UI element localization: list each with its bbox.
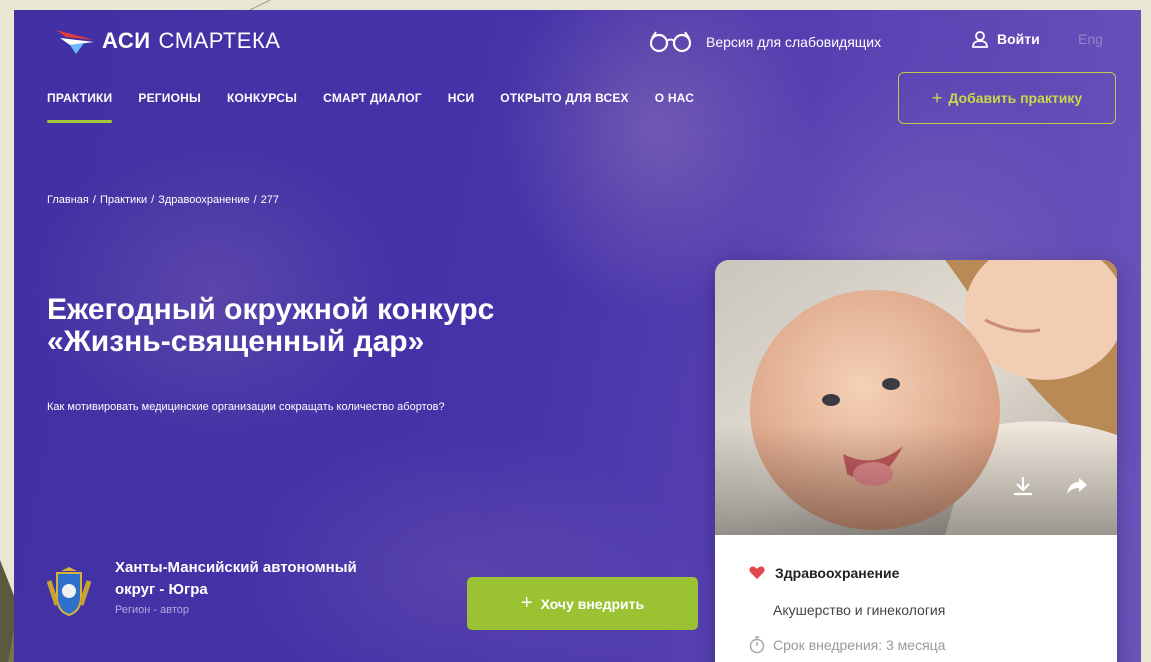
practice-card: Здравоохранение Акушерство и гинекология… bbox=[715, 260, 1117, 662]
download-icon[interactable] bbox=[1011, 474, 1035, 498]
nav-item-about[interactable]: О НАС bbox=[655, 91, 694, 105]
page-title-line1: Ежегодный окружной конкурс bbox=[47, 293, 495, 326]
nav-item-nsi[interactable]: НСИ bbox=[448, 91, 475, 105]
region-role: Регион - автор bbox=[115, 604, 189, 616]
region-name-line1: Ханты-Мансийский автономный bbox=[115, 559, 357, 576]
glasses-icon bbox=[649, 31, 692, 53]
language-switch[interactable]: Eng bbox=[1078, 31, 1103, 47]
heart-icon bbox=[749, 566, 765, 579]
share-icon[interactable] bbox=[1065, 474, 1089, 498]
header: АСИ СМАРТЕКА Версия для слабовидящих Вой… bbox=[14, 10, 1141, 150]
implement-label: Хочу внедрить bbox=[540, 595, 645, 612]
add-practice-label: Добавить практику bbox=[948, 90, 1083, 106]
region-name-line2: округ - Югра bbox=[115, 581, 208, 598]
vision-mode-label: Версия для слабовидящих bbox=[706, 34, 882, 50]
implement-button[interactable]: + Хочу внедрить bbox=[467, 577, 698, 630]
breadcrumb-separator: / bbox=[151, 194, 155, 206]
login-label: Войти bbox=[997, 31, 1040, 47]
card-term-label: Срок внедрения: 3 месяца bbox=[773, 637, 946, 653]
breadcrumb-separator: / bbox=[253, 194, 257, 206]
breadcrumb-home[interactable]: Главная bbox=[47, 194, 89, 206]
plus-icon: + bbox=[520, 592, 533, 614]
aci-logo-icon bbox=[56, 30, 94, 54]
add-practice-button[interactable]: + Добавить практику bbox=[898, 72, 1116, 124]
nav-item-contests[interactable]: КОНКУРСЫ bbox=[227, 91, 297, 105]
card-category[interactable]: Здравоохранение bbox=[749, 565, 899, 581]
page-title: Ежегодный окружной конкурс «Жизнь-священ… bbox=[47, 294, 687, 358]
login-link[interactable]: Войти bbox=[971, 30, 1040, 48]
card-category-label: Здравоохранение bbox=[775, 565, 900, 581]
breadcrumb-separator: / bbox=[92, 194, 96, 206]
breadcrumb-current: 277 bbox=[260, 194, 280, 206]
card-photo bbox=[715, 260, 1117, 535]
vision-mode-link[interactable]: Версия для слабовидящих bbox=[648, 30, 881, 54]
nav-item-open-for-all[interactable]: ОТКРЫТО ДЛЯ ВСЕХ bbox=[500, 91, 628, 105]
card-subcategory: Акушерство и гинекология bbox=[773, 602, 946, 618]
coat-of-arms-icon bbox=[47, 567, 91, 617]
region-text: Ханты-Мансийский автономный округ - Югра… bbox=[115, 557, 357, 616]
card-actions bbox=[981, 474, 1089, 498]
plus-icon: + bbox=[931, 87, 943, 108]
breadcrumb-practices[interactable]: Практики bbox=[100, 194, 147, 206]
logo-bold-text: АСИ bbox=[102, 28, 151, 53]
user-icon bbox=[972, 31, 988, 48]
logo-light-text: СМАРТЕКА bbox=[158, 28, 281, 53]
breadcrumb: Главная / Практики / Здравоохранение / 2… bbox=[47, 194, 279, 206]
author-region[interactable]: Ханты-Мансийский автономный округ - Югра… bbox=[47, 557, 357, 617]
main-nav: ПРАКТИКИ РЕГИОНЫ КОНКУРСЫ СМАРТ ДИАЛОГ Н… bbox=[47, 91, 720, 123]
page-title-line2: «Жизнь-священный дар» bbox=[47, 325, 425, 358]
page: АСИ СМАРТЕКА Версия для слабовидящих Вой… bbox=[14, 10, 1141, 662]
breadcrumb-healthcare[interactable]: Здравоохранение bbox=[158, 194, 249, 206]
stopwatch-icon bbox=[749, 636, 765, 654]
card-term: Срок внедрения: 3 месяца bbox=[749, 636, 945, 654]
nav-item-practices[interactable]: ПРАКТИКИ bbox=[47, 91, 113, 123]
logo[interactable]: АСИ СМАРТЕКА bbox=[54, 26, 280, 56]
nav-item-regions[interactable]: РЕГИОНЫ bbox=[138, 91, 201, 105]
card-body: Здравоохранение Акушерство и гинекология… bbox=[715, 535, 1117, 662]
page-subtitle: Как мотивировать медицинские организации… bbox=[47, 401, 445, 413]
nav-item-smart-dialog[interactable]: СМАРТ ДИАЛОГ bbox=[323, 91, 422, 105]
